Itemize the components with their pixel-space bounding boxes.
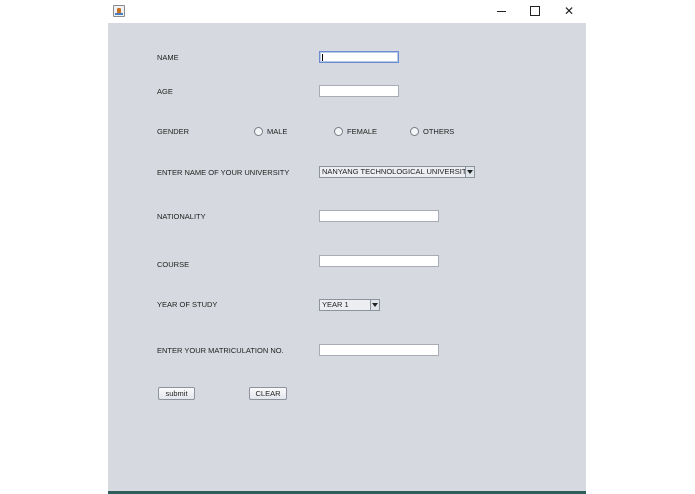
year-of-study-dropdown[interactable]: YEAR 1 <box>319 299 380 311</box>
gender-radio-others[interactable]: OTHERS <box>410 126 455 137</box>
year-of-study-label: YEAR OF STUDY <box>157 300 218 309</box>
nationality-input[interactable] <box>319 210 439 222</box>
radio-unchecked-icon <box>334 126 343 136</box>
university-dropdown[interactable]: NANYANG TECHNOLOGICAL UNIVERSITY <box>319 166 475 178</box>
course-input[interactable] <box>319 255 439 267</box>
maximize-button[interactable] <box>518 0 552 23</box>
gender-label: GENDER <box>157 127 190 136</box>
age-label: AGE <box>157 87 173 96</box>
gender-radio-male[interactable]: MALE <box>254 126 288 137</box>
matriculation-label: ENTER YOUR MATRICULATION NO. <box>157 346 284 355</box>
minimize-icon <box>496 11 506 12</box>
maximize-icon <box>530 5 540 16</box>
chevron-down-icon[interactable] <box>370 300 379 310</box>
chevron-down-icon[interactable] <box>465 167 474 177</box>
matriculation-input[interactable] <box>319 344 439 356</box>
application-window: ✕ NAME AGE GENDER MALE FEMALE OTHERS ENT… <box>108 0 586 494</box>
name-label: NAME <box>157 53 179 62</box>
submit-button[interactable]: submit <box>158 387 195 400</box>
close-icon: ✕ <box>563 4 575 18</box>
nationality-label: NATIONALITY <box>157 212 206 221</box>
clear-button[interactable]: CLEAR <box>249 387 287 400</box>
title-bar[interactable]: ✕ <box>108 0 586 23</box>
gender-option-label: FEMALE <box>347 127 378 136</box>
gender-option-label: MALE <box>267 127 288 136</box>
minimize-button[interactable] <box>484 0 518 23</box>
close-button[interactable]: ✕ <box>552 0 586 23</box>
radio-unchecked-icon <box>254 126 263 136</box>
university-selected-value: NANYANG TECHNOLOGICAL UNIVERSITY <box>322 167 472 176</box>
name-input[interactable] <box>319 51 399 63</box>
text-caret <box>322 54 323 61</box>
radio-unchecked-icon <box>410 126 419 136</box>
university-label: ENTER NAME OF YOUR UNIVERSITY <box>157 168 290 177</box>
gender-option-label: OTHERS <box>423 127 455 136</box>
course-label: COURSE <box>157 260 190 269</box>
gender-radio-female[interactable]: FEMALE <box>334 126 378 137</box>
age-input[interactable] <box>319 85 399 97</box>
year-selected-value: YEAR 1 <box>322 300 349 309</box>
java-app-icon <box>113 5 125 17</box>
